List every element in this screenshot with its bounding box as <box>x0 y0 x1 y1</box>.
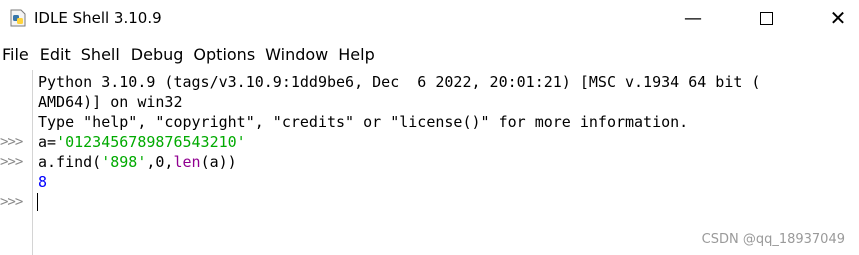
text-cursor <box>37 193 38 211</box>
menu-window[interactable]: Window <box>265 45 328 64</box>
title-bar: IDLE Shell 3.10.9 — ✕ <box>0 0 859 38</box>
output-line: 8 <box>38 173 48 191</box>
menu-bar: File Edit Shell Debug Options Window Hel… <box>0 40 859 68</box>
maximize-icon <box>759 11 773 25</box>
code-text: (a)) <box>200 153 237 171</box>
gutter-divider <box>32 70 33 255</box>
builtin-name: len <box>173 153 201 171</box>
code-text: ,0, <box>146 153 174 171</box>
minimize-button[interactable]: — <box>665 0 721 36</box>
menu-options[interactable]: Options <box>193 45 255 64</box>
banner-line: Python 3.10.9 (tags/v3.10.9:1dd9be6, Dec… <box>38 73 761 91</box>
close-button[interactable]: ✕ <box>810 0 859 36</box>
window-title: IDLE Shell 3.10.9 <box>34 9 162 27</box>
code-text: a= <box>38 133 57 151</box>
menu-file[interactable]: File <box>2 45 29 64</box>
shell-prompt: >>> <box>0 194 23 210</box>
shell-editor[interactable]: Python 3.10.9 (tags/v3.10.9:1dd9be6, Dec… <box>0 70 859 255</box>
input-line: a='0123456789876543210' <box>38 132 246 152</box>
maximize-button[interactable] <box>738 0 794 36</box>
minimize-icon: — <box>684 7 702 29</box>
menu-debug[interactable]: Debug <box>131 45 184 64</box>
menu-edit[interactable]: Edit <box>40 45 71 64</box>
python-feather-icon <box>8 8 28 28</box>
menu-help[interactable]: Help <box>338 45 374 64</box>
shell-prompt: >>> <box>0 134 23 150</box>
menu-shell[interactable]: Shell <box>81 45 120 64</box>
watermark: CSDN @qq_18937049 <box>701 232 845 247</box>
code-text: a.find( <box>38 153 102 171</box>
string-literal: '0123456789876543210' <box>56 133 246 151</box>
banner-line: Type "help", "copyright", "credits" or "… <box>38 113 689 131</box>
string-literal: '898' <box>101 153 147 171</box>
banner-line: AMD64)] on win32 <box>38 93 183 111</box>
close-icon: ✕ <box>829 6 847 30</box>
input-line: a.find('898',0,len(a)) <box>38 152 237 172</box>
shell-prompt: >>> <box>0 154 23 170</box>
